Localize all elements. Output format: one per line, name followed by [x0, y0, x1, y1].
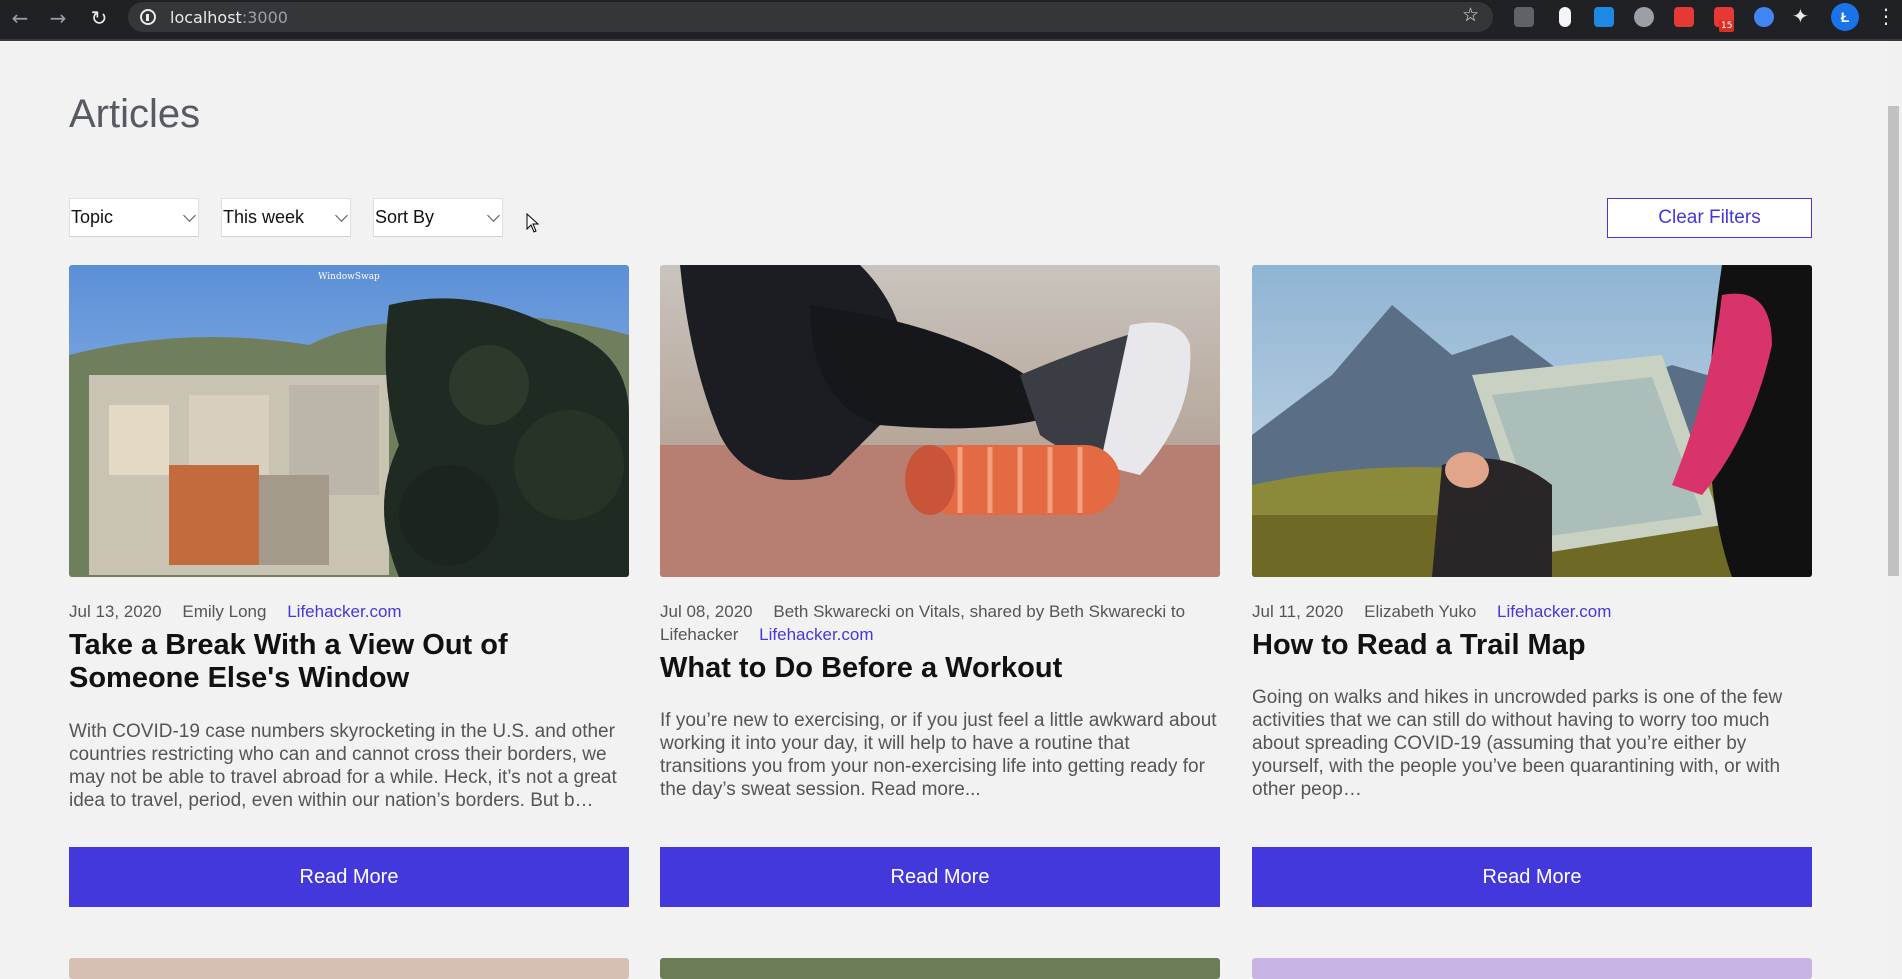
article-source-link[interactable]: Lifehacker.com	[1497, 602, 1611, 621]
extension-icon[interactable]	[1514, 7, 1534, 27]
article-image-workout[interactable]	[660, 265, 1220, 577]
article-date: Jul 08, 2020	[660, 602, 753, 621]
topic-select-value: Topic	[71, 207, 114, 227]
article-source-link[interactable]: Lifehacker.com	[759, 625, 873, 644]
article-description: If you’re new to exercising, or if you j…	[660, 710, 1217, 800]
chevron-down-icon	[487, 209, 500, 222]
extensions-puzzle-icon[interactable]: ✦	[1792, 4, 1809, 28]
article-title[interactable]: How to Read a Trail Map	[1252, 629, 1812, 662]
extension-badge: 15	[1719, 20, 1735, 32]
scrollbar-thumb[interactable]	[1888, 106, 1899, 576]
image-logo-text: WindowSwap	[318, 272, 380, 282]
sort-select-value: Sort By	[375, 207, 435, 227]
chevron-down-icon	[335, 209, 348, 222]
page-scrollbar[interactable]	[1885, 41, 1902, 979]
article-date: Jul 11, 2020	[1252, 602, 1344, 621]
article-title[interactable]: What to Do Before a Workout	[660, 652, 1220, 685]
article-meta: Jul 13, 2020 Emily Long Lifehacker.com	[69, 600, 629, 623]
period-select-value: This week	[223, 207, 305, 227]
back-icon[interactable]: ←	[6, 4, 34, 32]
extension-icon[interactable]	[1559, 7, 1571, 27]
article-meta: Jul 08, 2020 Beth Skwarecki on Vitals, s…	[660, 600, 1220, 646]
article-meta: Jul 11, 2020 Elizabeth Yuko Lifehacker.c…	[1252, 600, 1812, 623]
article-title[interactable]: Take a Break With a View Out of Someone …	[69, 629, 629, 695]
extension-icon[interactable]	[1674, 7, 1694, 27]
read-more-button[interactable]: Read More	[1252, 847, 1812, 907]
read-more-button[interactable]: Read More	[69, 847, 629, 907]
sort-select[interactable]: Sort By	[373, 198, 503, 237]
url-text: localhost:3000	[170, 8, 288, 27]
browser-toolbar: ← → ↻ localhost:3000 ☆ 15 ✦ Ł ⋮	[0, 0, 1902, 39]
article-author: Elizabeth Yuko	[1364, 602, 1477, 621]
article-description: Going on walks and hikes in uncrowded pa…	[1252, 687, 1783, 800]
article-image-next[interactable]	[660, 958, 1220, 979]
forward-icon[interactable]: →	[44, 4, 72, 32]
article-date: Jul 13, 2020	[69, 602, 162, 621]
toolbar-divider	[0, 39, 1902, 41]
profile-avatar[interactable]: Ł	[1831, 3, 1859, 31]
article-image-next[interactable]	[69, 958, 629, 979]
article-author: Emily Long	[182, 602, 267, 621]
chevron-down-icon	[183, 209, 196, 222]
clear-filters-button[interactable]: Clear Filters	[1607, 198, 1812, 238]
info-icon[interactable]	[140, 9, 156, 25]
article-source-link[interactable]: Lifehacker.com	[287, 602, 401, 621]
extension-icon[interactable]	[1754, 7, 1774, 27]
article-image-window-view[interactable]: WindowSwap	[69, 265, 629, 577]
article-image-trail-map[interactable]	[1252, 265, 1812, 577]
mouse-cursor-icon	[526, 213, 540, 233]
topic-select[interactable]: Topic	[69, 198, 199, 237]
address-bar[interactable]: localhost:3000 ☆	[128, 2, 1493, 32]
read-more-button[interactable]: Read More	[660, 847, 1220, 907]
reload-icon[interactable]: ↻	[85, 4, 113, 32]
menu-kebab-icon[interactable]: ⋮	[1876, 4, 1896, 28]
extension-icon[interactable]	[1634, 7, 1654, 27]
article-description: With COVID-19 case numbers skyrocketing …	[69, 721, 617, 811]
article-image-next[interactable]	[1252, 958, 1812, 979]
page-title: Articles	[69, 92, 201, 136]
bookmark-star-icon[interactable]: ☆	[1462, 4, 1479, 26]
period-select[interactable]: This week	[221, 198, 351, 237]
extension-icon[interactable]	[1594, 7, 1614, 27]
